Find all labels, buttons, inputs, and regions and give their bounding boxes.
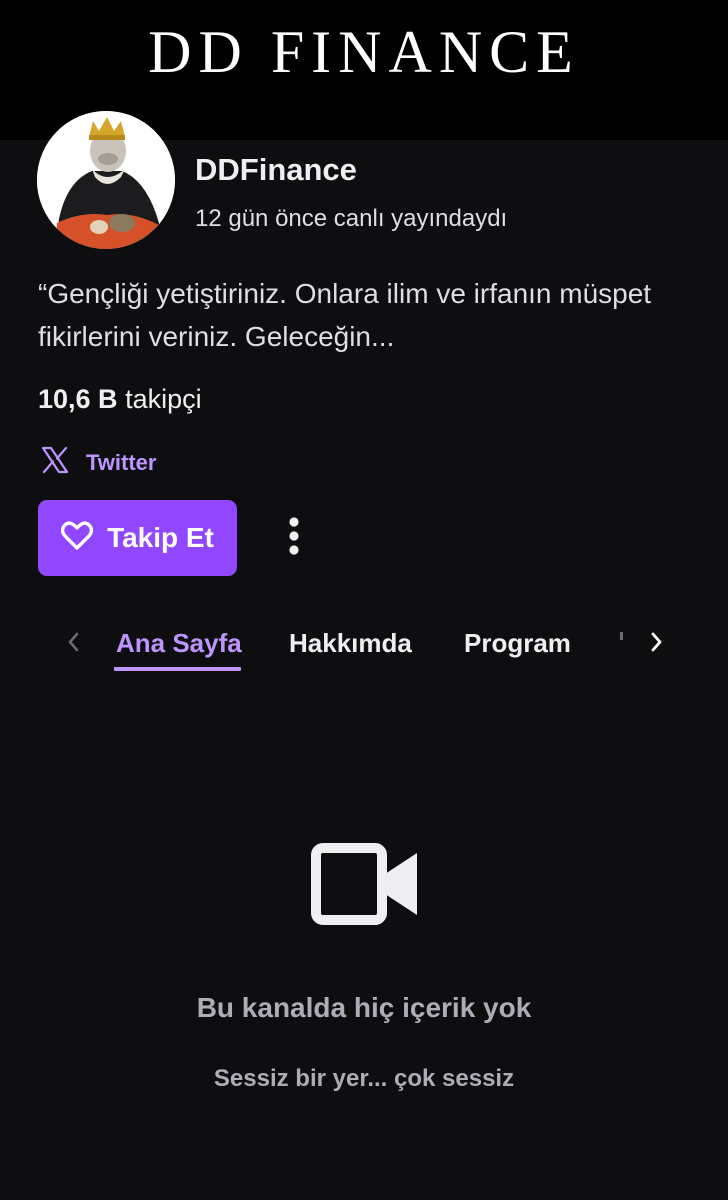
tabs-scroll-left-button[interactable] (58, 626, 88, 662)
twitter-link-label: Twitter (86, 449, 157, 475)
more-options-button[interactable] (270, 512, 318, 564)
chevron-left-icon (66, 631, 80, 658)
vertical-ellipsis-icon (288, 516, 300, 561)
tab-ana-sayfa[interactable]: Ana Sayfa (116, 628, 242, 659)
active-tab-indicator (114, 667, 241, 671)
empty-state-title: Bu kanalda hiç içerik yok (196, 992, 532, 1023)
avatar[interactable] (37, 111, 175, 249)
follow-button-label: Takip Et (107, 522, 214, 553)
chevron-right-icon (650, 631, 664, 658)
follower-count-value: 10,6 B (38, 384, 118, 414)
tabs-overflow-hint (620, 632, 623, 640)
tabs-scroll-right-button[interactable] (642, 626, 672, 662)
heart-icon (60, 520, 94, 556)
follower-count: 10,6 B takipçi (38, 384, 202, 415)
tab-program[interactable]: Program (464, 628, 571, 659)
channel-bio: “Gençliği yetiştiriniz. Onlara ilim ve i… (38, 278, 652, 352)
channel-name[interactable]: DDFinance (195, 152, 357, 188)
last-live-status: 12 gün önce canlı yayındaydı (195, 205, 508, 232)
channel-tabs: Ana Sayfa Hakkımda Program (0, 610, 728, 680)
x-logo-icon (40, 445, 70, 480)
follow-button[interactable]: Takip Et (38, 500, 237, 576)
follower-count-label: takipçi (125, 384, 202, 414)
tab-hakkimda[interactable]: Hakkımda (289, 628, 412, 659)
twitter-link[interactable]: Twitter (40, 445, 156, 480)
video-camera-icon (311, 843, 419, 930)
avatar-image (37, 111, 175, 249)
empty-state-subtitle: Sessiz bir yer... çok sessiz (213, 1065, 515, 1092)
banner-title: DD FINANCE (148, 19, 580, 85)
